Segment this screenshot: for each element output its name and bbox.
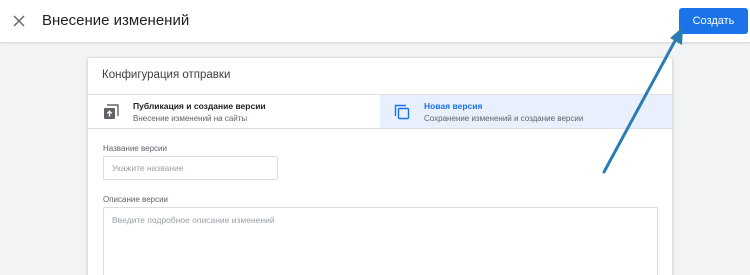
- option-new-version[interactable]: Новая версия Сохранение изменений и созд…: [380, 95, 672, 128]
- option-publish[interactable]: Публикация и создание версии Внесение из…: [88, 95, 380, 128]
- close-button[interactable]: [9, 11, 29, 31]
- version-name-input[interactable]: [103, 156, 278, 180]
- submission-config-card: Конфигурация отправки Публикация и созда…: [87, 57, 673, 275]
- new-version-icon: [394, 104, 410, 120]
- page-title: Внесение изменений: [42, 12, 190, 29]
- submission-options: Публикация и создание версии Внесение из…: [88, 95, 672, 129]
- option-subtitle: Внесение изменений на сайты: [133, 114, 248, 123]
- option-subtitle: Сохранение изменений и создание версии: [424, 114, 584, 123]
- publish-icon: [103, 104, 119, 120]
- option-title: Публикация и создание версии: [133, 101, 266, 111]
- option-title: Новая версия: [424, 101, 483, 111]
- top-bar: Внесение изменений Создать: [0, 0, 750, 43]
- version-name-label: Название версии: [103, 144, 167, 153]
- version-description-label: Описание версии: [103, 195, 169, 204]
- close-icon: [13, 15, 25, 27]
- card-title: Конфигурация отправки: [102, 69, 231, 81]
- create-button[interactable]: Создать: [679, 8, 748, 34]
- version-description-input[interactable]: [103, 207, 658, 275]
